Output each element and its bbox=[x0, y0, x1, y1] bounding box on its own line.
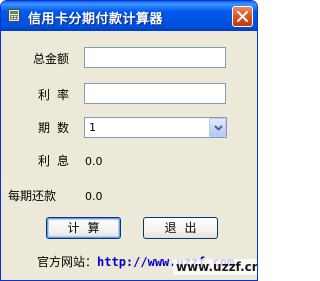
close-icon bbox=[237, 11, 248, 22]
per-period-payment-label: 每期还款 bbox=[8, 189, 57, 203]
calculator-app-icon bbox=[8, 9, 20, 22]
watermark: www.uzzf.cn bbox=[173, 259, 257, 275]
title-bar[interactable]: 信用卡分期付款计算器 bbox=[1, 1, 257, 31]
total-amount-input[interactable] bbox=[84, 47, 226, 68]
window-title: 信用卡分期付款计算器 bbox=[28, 12, 164, 27]
exit-button[interactable]: 退出 bbox=[143, 217, 218, 239]
interest-rate-label: 利率 bbox=[38, 88, 77, 102]
total-amount-label: 总金额 bbox=[33, 52, 70, 66]
interest-label: 利息 bbox=[38, 154, 77, 168]
periods-selected-value: 1 bbox=[89, 121, 96, 134]
periods-select[interactable]: 1 bbox=[84, 117, 227, 138]
per-period-payment-value: 0.0 bbox=[85, 190, 103, 203]
official-site-label: 官方网站： bbox=[37, 255, 98, 269]
calculate-button[interactable]: 计算 bbox=[46, 217, 121, 239]
close-button[interactable] bbox=[232, 6, 253, 27]
chevron-down-icon bbox=[214, 125, 223, 131]
interest-rate-input[interactable] bbox=[84, 83, 226, 104]
interest-value: 0.0 bbox=[85, 155, 103, 168]
periods-dropdown-button[interactable] bbox=[209, 118, 226, 137]
periods-label: 期数 bbox=[38, 121, 77, 135]
calculator-window: 信用卡分期付款计算器 总金额 利率 期数 1 利息 0.0 每期还款 0.0 计… bbox=[0, 0, 258, 281]
